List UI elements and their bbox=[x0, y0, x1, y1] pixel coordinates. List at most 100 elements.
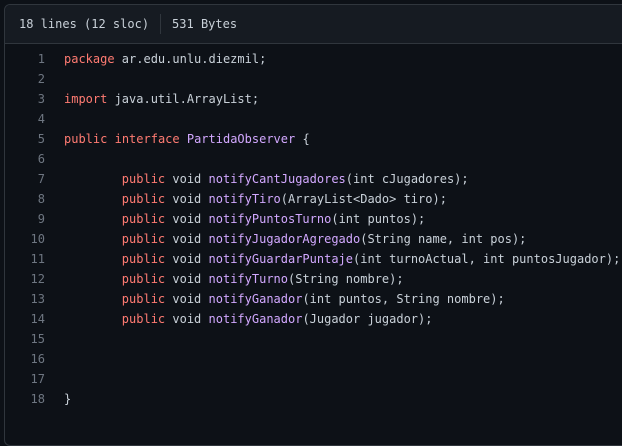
line-number[interactable]: 15 bbox=[5, 329, 64, 349]
identifier-token: notifyTurno bbox=[208, 272, 288, 286]
line-number[interactable]: 7 bbox=[5, 169, 64, 189]
identifier-token: notifyGuardarPuntaje bbox=[208, 252, 354, 266]
line-number[interactable]: 8 bbox=[5, 189, 64, 209]
line-number[interactable]: 10 bbox=[5, 229, 64, 249]
file-size: 531 Bytes bbox=[172, 17, 238, 31]
code-token: void bbox=[165, 172, 209, 186]
line-source: public void notifyPuntosTurno(int puntos… bbox=[64, 209, 425, 229]
keyword-token: interface bbox=[114, 132, 180, 146]
keyword-token: public bbox=[64, 132, 108, 146]
line-source: public void notifyTiro(ArrayList<Dado> t… bbox=[64, 189, 447, 209]
code-line: 6 bbox=[5, 149, 622, 169]
identifier-token: notifyGanador bbox=[208, 292, 303, 306]
code-token: java.util.ArrayList; bbox=[107, 92, 260, 106]
line-number[interactable]: 12 bbox=[5, 269, 64, 289]
line-count-info: 18 lines (12 sloc) bbox=[19, 17, 150, 31]
line-number[interactable]: 6 bbox=[5, 149, 64, 169]
line-number[interactable]: 13 bbox=[5, 289, 64, 309]
line-number[interactable]: 2 bbox=[5, 69, 64, 89]
line-source: import java.util.ArrayList; bbox=[64, 89, 259, 109]
line-number[interactable]: 17 bbox=[5, 369, 64, 389]
identifier-token: notifyJugadorAgregado bbox=[208, 232, 361, 246]
keyword-token: public bbox=[121, 272, 166, 286]
line-number[interactable]: 11 bbox=[5, 249, 64, 269]
header-divider bbox=[160, 14, 162, 34]
code-token: void bbox=[165, 252, 209, 266]
line-source: public interface PartidaObserver { bbox=[64, 129, 310, 149]
line-number[interactable]: 16 bbox=[5, 349, 64, 369]
line-source: } bbox=[64, 389, 71, 409]
code-token: (int puntos, String nombre); bbox=[302, 292, 505, 306]
code-token: (ArrayList<Dado> tiro); bbox=[280, 192, 447, 206]
identifier-token: notifyCantJugadores bbox=[208, 172, 346, 186]
code-line: 15 bbox=[5, 329, 622, 349]
code-token: (int cJugadores); bbox=[345, 172, 469, 186]
line-source: public void notifyGuardarPuntaje(int tur… bbox=[64, 249, 621, 269]
code-line: 12 public void notifyTurno(String nombre… bbox=[5, 269, 622, 289]
line-number[interactable]: 3 bbox=[5, 89, 64, 109]
code-token: (int turnoActual, int puntosJugador); bbox=[353, 252, 621, 266]
code-line: 14 public void notifyGanador(Jugador jug… bbox=[5, 309, 622, 329]
code-token: (Jugador jugador); bbox=[302, 312, 433, 326]
code-line: 13 public void notifyGanador(int puntos,… bbox=[5, 289, 622, 309]
code-token: void bbox=[165, 212, 209, 226]
code-token: void bbox=[165, 292, 209, 306]
code-line: 11 public void notifyGuardarPuntaje(int … bbox=[5, 249, 622, 269]
keyword-token: public bbox=[121, 192, 166, 206]
keyword-token: import bbox=[64, 92, 108, 106]
keyword-token: public bbox=[121, 232, 166, 246]
code-token: (String nombre); bbox=[288, 272, 404, 286]
code-line: 9 public void notifyPuntosTurno(int punt… bbox=[5, 209, 622, 229]
code-line: 4 bbox=[5, 109, 622, 129]
code-token: void bbox=[165, 232, 209, 246]
keyword-token: public bbox=[121, 292, 166, 306]
keyword-token: public bbox=[121, 312, 166, 326]
line-number[interactable]: 18 bbox=[5, 389, 64, 409]
identifier-token: PartidaObserver bbox=[186, 132, 296, 146]
keyword-token: public bbox=[121, 172, 166, 186]
code-line: 3 import java.util.ArrayList; bbox=[5, 89, 622, 109]
line-source: package ar.edu.unlu.diezmil; bbox=[64, 49, 266, 69]
code-line: 17 bbox=[5, 369, 622, 389]
code-line: 1 package ar.edu.unlu.diezmil; bbox=[5, 49, 622, 69]
code-line: 18} bbox=[5, 389, 622, 409]
line-number[interactable]: 9 bbox=[5, 209, 64, 229]
line-source: public void notifyJugadorAgregado(String… bbox=[64, 229, 527, 249]
file-viewer-panel: 18 lines (12 sloc) 531 Bytes 1 package ar… bbox=[4, 4, 622, 446]
code-line: 7 public void notifyCantJugadores(int cJ… bbox=[5, 169, 622, 189]
line-source: public void notifyGanador(int puntos, St… bbox=[64, 289, 505, 309]
line-source: public void notifyTurno(String nombre); bbox=[64, 269, 404, 289]
line-number[interactable]: 1 bbox=[5, 49, 64, 69]
identifier-token: notifyPuntosTurno bbox=[208, 212, 332, 226]
keyword-token: package bbox=[64, 52, 115, 66]
line-source: public void notifyCantJugadores(int cJug… bbox=[64, 169, 469, 189]
code-line: 5 public interface PartidaObserver { bbox=[5, 129, 622, 149]
code-token: void bbox=[165, 312, 209, 326]
code-token: (int puntos); bbox=[331, 212, 426, 226]
code-token: (String name, int pos); bbox=[360, 232, 527, 246]
code-token: void bbox=[165, 192, 209, 206]
identifier-token: notifyGanador bbox=[208, 312, 303, 326]
code-line: 16 bbox=[5, 349, 622, 369]
code-token: } bbox=[64, 392, 72, 406]
code-token: { bbox=[295, 132, 310, 146]
code-view: 1 package ar.edu.unlu.diezmil; 2 3 import ja… bbox=[5, 49, 622, 409]
code-line: 8 public void notifyTiro(ArrayList<Dado>… bbox=[5, 189, 622, 209]
line-number[interactable]: 5 bbox=[5, 129, 64, 149]
keyword-token: public bbox=[121, 252, 166, 266]
keyword-token: public bbox=[121, 212, 166, 226]
line-number[interactable]: 14 bbox=[5, 309, 64, 329]
code-line: 10 public void notifyJugadorAgregado(Str… bbox=[5, 229, 622, 249]
code-line: 2 bbox=[5, 69, 622, 89]
line-number[interactable]: 4 bbox=[5, 109, 64, 129]
identifier-token: notifyTiro bbox=[208, 192, 281, 206]
